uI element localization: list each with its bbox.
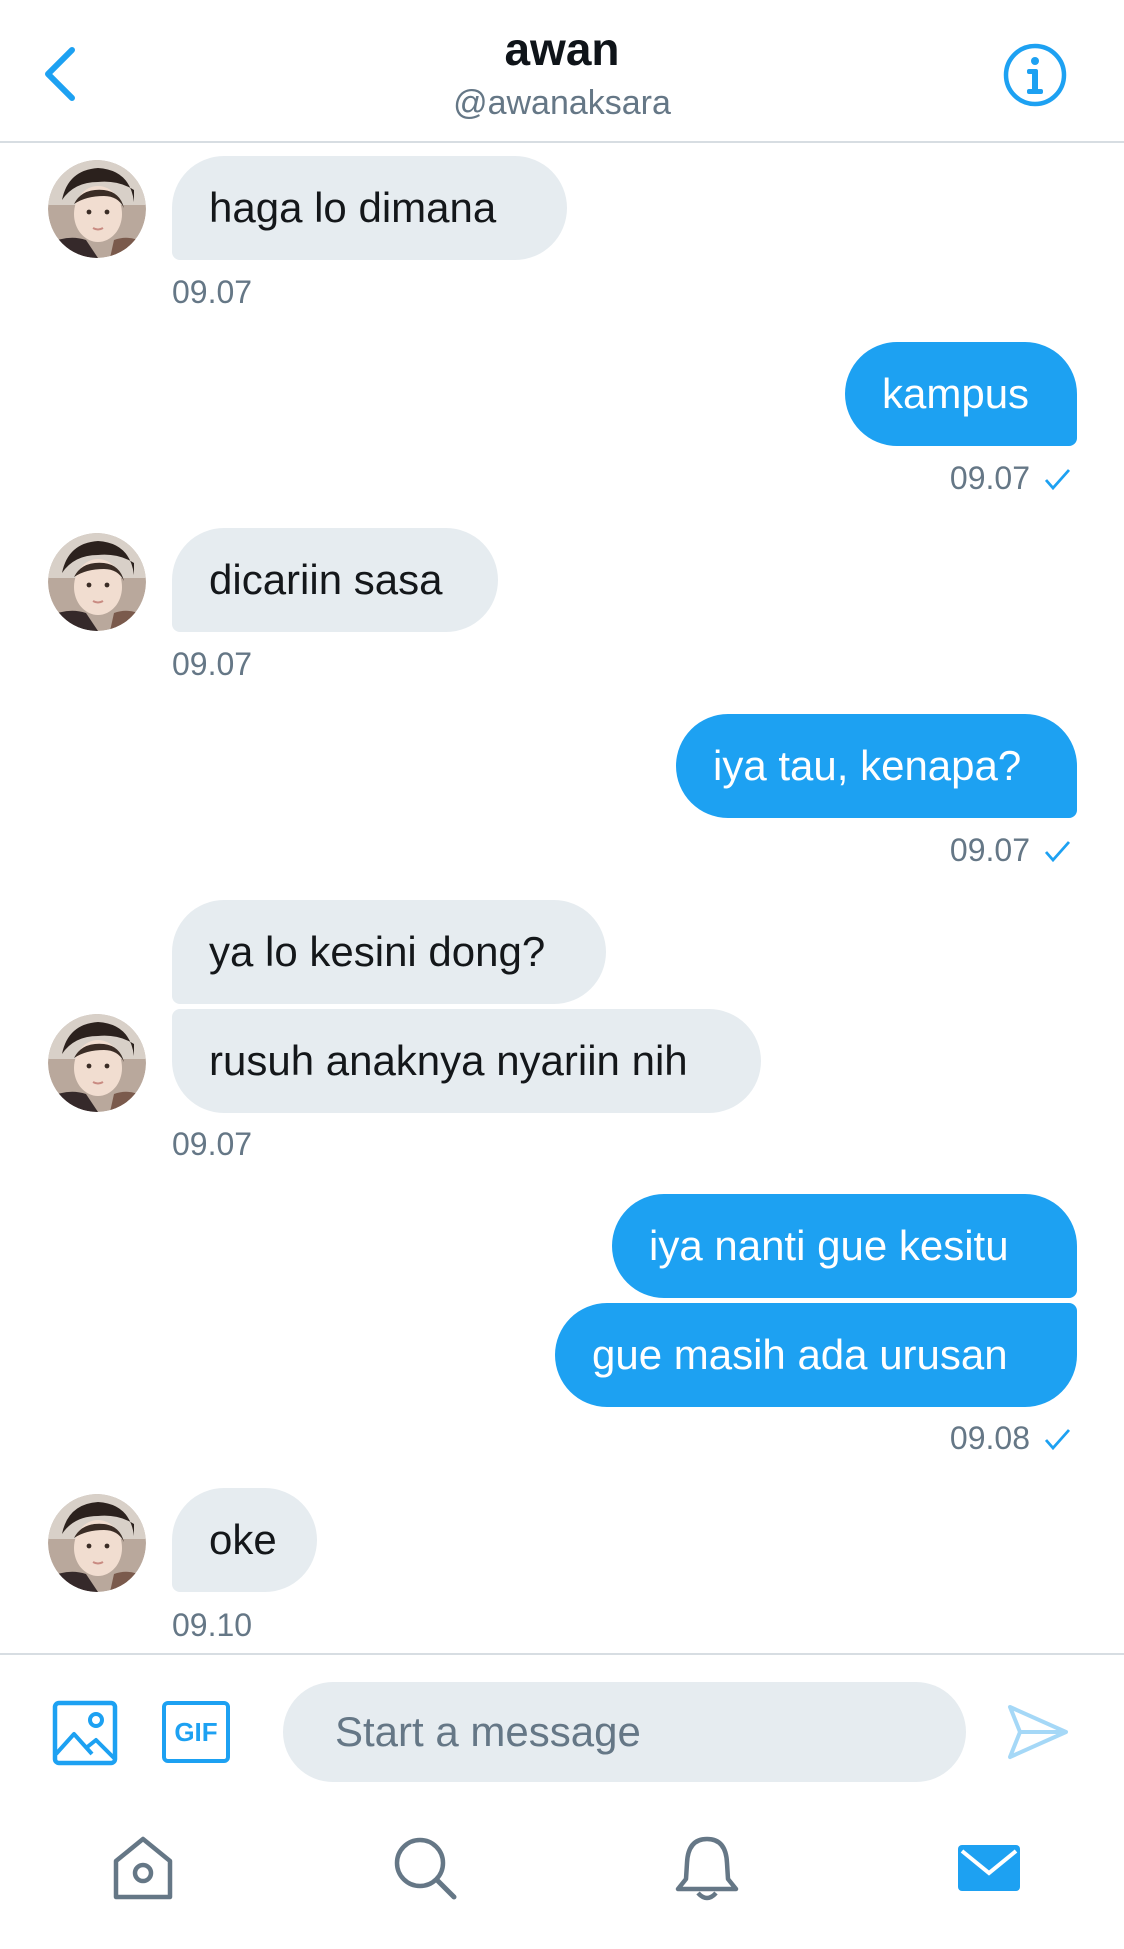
conversation-handle: @awanaksara: [453, 84, 671, 122]
tab-messages[interactable]: [954, 1833, 1024, 1903]
notifications-bell-icon: [675, 1836, 739, 1901]
message-timestamp: 09.08: [949, 1420, 1030, 1456]
conversation-title: awan: [504, 23, 620, 75]
avatar-photo: [48, 1014, 146, 1112]
message-timestamp: 09.07: [949, 832, 1030, 868]
outgoing-message-bubble[interactable]: iya tau, kenapa?: [676, 714, 1077, 818]
tab-home[interactable]: [108, 1833, 178, 1903]
incoming-message-bubble[interactable]: dicariin sasa: [172, 528, 498, 632]
add-photo-button[interactable]: [52, 1700, 118, 1766]
send-icon: [1008, 1705, 1068, 1759]
avatar[interactable]: [48, 1014, 146, 1112]
conversation-header: awan @awanaksara: [0, 0, 1124, 143]
message-status: 09.07: [950, 832, 1072, 869]
incoming-message-bubble[interactable]: haga lo dimana: [172, 156, 567, 260]
sent-check-icon: [1044, 1428, 1071, 1450]
incoming-message-bubble[interactable]: ya lo kesini dong?: [172, 900, 606, 1004]
avatar-photo: [48, 160, 146, 258]
message-composer: GIF: [0, 1653, 1124, 1805]
tab-search[interactable]: [390, 1833, 460, 1903]
sent-check-icon: [1044, 840, 1071, 862]
send-button[interactable]: [1006, 1703, 1070, 1761]
message-timestamp: 09.07: [172, 1126, 253, 1162]
tab-notifications[interactable]: [672, 1833, 742, 1903]
info-icon: [1003, 43, 1067, 107]
avatar[interactable]: [48, 533, 146, 631]
incoming-message-bubble[interactable]: rusuh anaknya nyariin nih: [172, 1009, 761, 1113]
message-status: 09.07: [950, 460, 1072, 497]
avatar-photo: [48, 533, 146, 631]
info-button[interactable]: [1002, 42, 1068, 108]
message-timestamp: 09.10: [172, 1607, 253, 1643]
gif-label: GIF: [174, 1716, 218, 1747]
message-timestamp: 09.07: [172, 646, 253, 682]
outgoing-message-bubble[interactable]: gue masih ada urusan: [555, 1303, 1077, 1407]
message-timestamp: 09.07: [949, 460, 1030, 496]
bottom-tab-bar: [0, 1803, 1124, 1949]
messages-mail-icon: [958, 1845, 1020, 1891]
home-icon: [113, 1836, 173, 1900]
sent-check-icon: [1044, 468, 1071, 490]
avatar-photo: [48, 1494, 146, 1592]
outgoing-message-bubble[interactable]: iya nanti gue kesitu: [612, 1194, 1077, 1298]
avatar[interactable]: [48, 160, 146, 258]
message-status: 09.08: [950, 1420, 1072, 1457]
outgoing-message-bubble[interactable]: kampus: [845, 342, 1077, 446]
avatar[interactable]: [48, 1494, 146, 1592]
message-timestamp: 09.07: [172, 274, 253, 310]
incoming-message-bubble[interactable]: oke: [172, 1488, 317, 1592]
image-icon: [52, 1700, 118, 1766]
search-icon: [394, 1837, 457, 1900]
gif-button[interactable]: GIF: [162, 1701, 230, 1763]
message-input[interactable]: [283, 1682, 966, 1782]
